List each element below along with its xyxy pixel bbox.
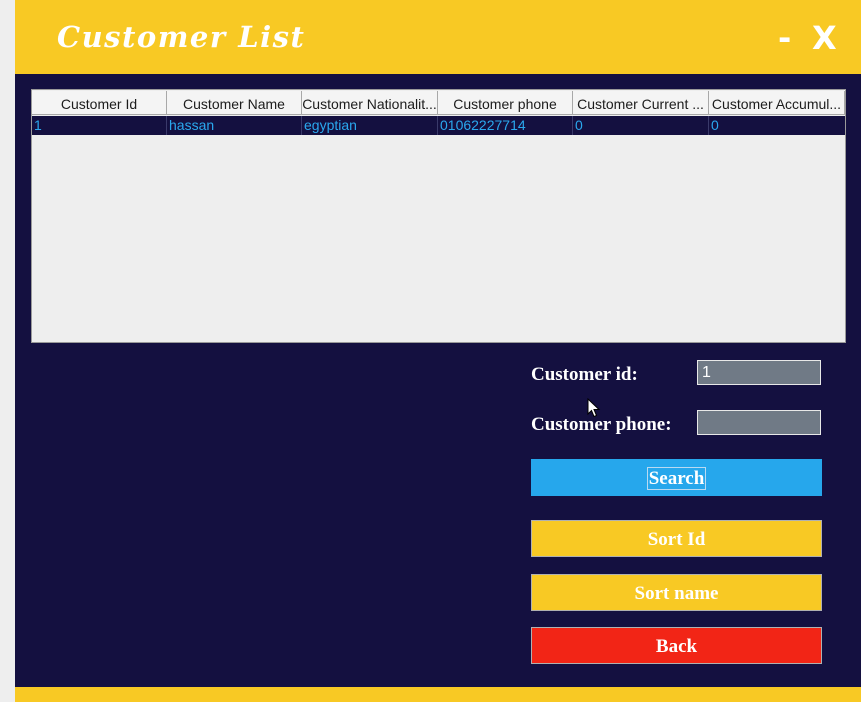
customer-id-label: Customer id: (531, 364, 638, 385)
back-button[interactable]: Back (531, 627, 822, 664)
window-title: Customer List (57, 20, 306, 54)
close-button[interactable]: X (812, 18, 837, 58)
customer-id-input[interactable] (697, 360, 821, 385)
footer-bar (15, 687, 861, 702)
table-row[interactable]: 1 hassan egyptian 01062227714 0 0 (32, 116, 845, 135)
sort-name-button[interactable]: Sort name (531, 574, 822, 611)
table-header: Customer Id Customer Name Customer Natio… (32, 91, 845, 115)
customer-phone-label: Customer phone: (531, 414, 672, 435)
customer-phone-input[interactable] (697, 410, 821, 435)
column-header-current[interactable]: Customer Current ... (573, 91, 709, 115)
column-header-id[interactable]: Customer Id (32, 91, 167, 115)
search-button-label: Search (646, 467, 707, 490)
customer-list-window: Customer List - X Customer Id Customer N… (15, 0, 861, 702)
mouse-cursor-icon (587, 398, 601, 418)
cell-nationality: egyptian (302, 116, 438, 135)
minimize-button[interactable]: - (778, 18, 791, 58)
search-button[interactable]: Search (531, 459, 822, 496)
title-bar: Customer List - X (15, 0, 861, 74)
cell-phone: 01062227714 (438, 116, 573, 135)
cell-current: 0 (573, 116, 709, 135)
sort-id-button[interactable]: Sort Id (531, 520, 822, 557)
column-header-nationality[interactable]: Customer Nationalit... (302, 91, 438, 115)
column-header-accumulated[interactable]: Customer Accumul... (709, 91, 845, 115)
cell-name: hassan (167, 116, 302, 135)
column-header-name[interactable]: Customer Name (167, 91, 302, 115)
customer-table[interactable]: Customer Id Customer Name Customer Natio… (31, 89, 846, 343)
cell-accumulated: 0 (711, 117, 719, 133)
column-header-phone[interactable]: Customer phone (438, 91, 573, 115)
cell-id: 1 (32, 116, 167, 135)
